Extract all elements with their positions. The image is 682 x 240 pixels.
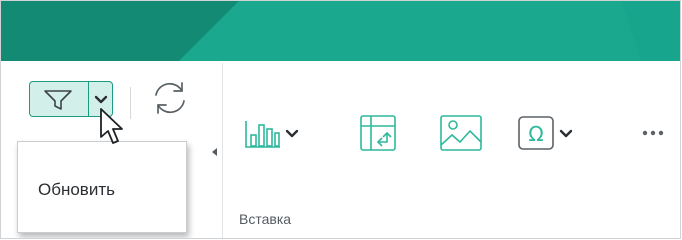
chevron-down-icon[interactable]: [94, 94, 108, 106]
more-horizontal-icon: [642, 130, 664, 136]
tooltip: Обновить: [17, 141, 187, 233]
group-label-insert: Вставка: [239, 211, 292, 227]
app-window: Ω Вставка Обновить: [0, 0, 681, 239]
title-bar: [1, 1, 680, 61]
pivot-table-icon: [360, 115, 396, 151]
triangle-left-icon: [212, 148, 217, 156]
refresh-button[interactable]: [147, 77, 193, 119]
chevron-down-icon: [285, 129, 299, 138]
symbol-button[interactable]: Ω: [515, 111, 577, 155]
pivot-table-button[interactable]: [357, 111, 401, 155]
omega-symbol: Ω: [528, 122, 543, 146]
mouse-pointer-icon: [100, 108, 123, 144]
more-button[interactable]: [635, 119, 671, 147]
tooltip-text: Обновить: [38, 180, 115, 199]
toolbar-separator: [130, 87, 131, 119]
chevron-down-icon: [559, 129, 573, 138]
title-bar-background: [1, 1, 680, 61]
group-divider: [222, 63, 223, 238]
refresh-icon: [155, 82, 185, 114]
image-button[interactable]: [437, 111, 485, 155]
image-icon: [440, 115, 482, 151]
chart-button[interactable]: [241, 111, 301, 155]
collapse-button[interactable]: [209, 146, 221, 158]
filter-icon: [44, 90, 72, 110]
bar-chart-icon: [245, 121, 280, 148]
filter-split-divider: [88, 82, 89, 116]
omega-icon: Ω: [518, 116, 554, 150]
header-light-band: [179, 1, 641, 61]
